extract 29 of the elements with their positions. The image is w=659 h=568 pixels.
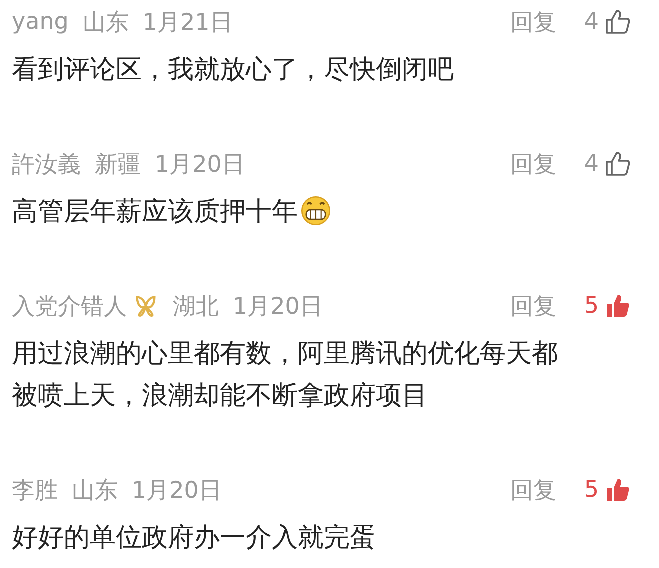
thumbs-up-icon[interactable] (605, 151, 631, 177)
comment-text: 被喷上天，浪潮却能不断拿政府项目 (12, 380, 428, 412)
like-count: 5 (584, 477, 599, 503)
region: 山东 (82, 8, 129, 38)
comment-text: 好好的单位政府办一介入就完蛋 (12, 522, 376, 554)
comment-date: 1月21日 (142, 8, 233, 38)
filled-thumbs-up-icon[interactable] (605, 293, 631, 319)
comment-date: 1月20日 (132, 476, 222, 506)
filled-thumbs-up-icon[interactable] (605, 477, 631, 503)
comment-text: 用过浪潮的心里都有数，阿里腾讯的优化每天都 (12, 338, 558, 370)
region: 湖北 (173, 292, 219, 322)
username[interactable]: 許汝義 (12, 148, 81, 180)
username[interactable]: 李胜 (12, 474, 58, 506)
comment-date: 1月20日 (233, 292, 323, 322)
username[interactable]: yang (12, 9, 69, 35)
thumbs-up-icon[interactable] (605, 9, 631, 35)
comment-text: 高管层年薪应该质押十年 (12, 196, 298, 228)
like-count: 4 (584, 151, 599, 177)
reply-link[interactable]: 回复 (510, 6, 556, 38)
like-count: 5 (584, 293, 599, 319)
comment-text: 看到评论区，我就放心了，尽快倒闭吧 (12, 54, 454, 86)
reply-link[interactable]: 回复 (510, 474, 556, 506)
username[interactable]: 入党介错人 (12, 290, 127, 322)
region: 新疆 (95, 150, 141, 180)
region: 山东 (72, 476, 118, 506)
reply-link[interactable]: 回复 (510, 290, 556, 322)
reply-link[interactable]: 回复 (510, 148, 556, 180)
comment-date: 1月20日 (155, 150, 245, 180)
like-count: 4 (584, 9, 599, 35)
